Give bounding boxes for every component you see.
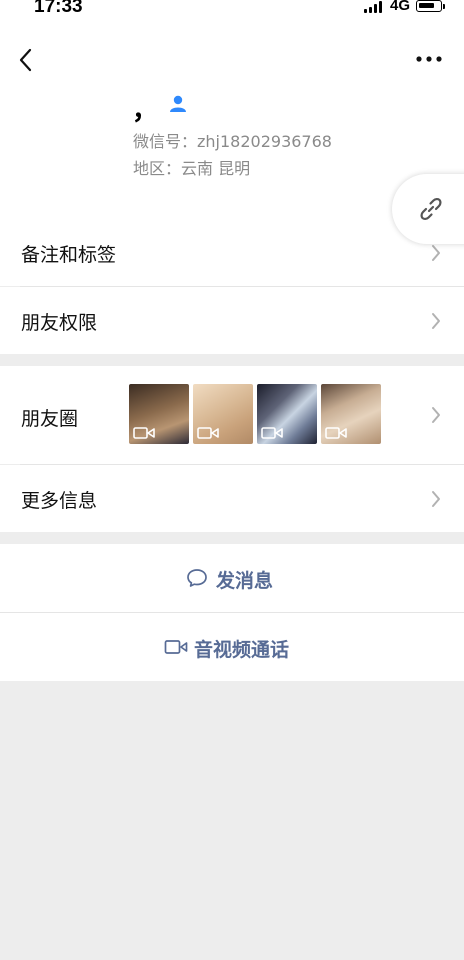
video-camera-icon <box>133 427 155 439</box>
chevron-right-icon <box>432 245 440 261</box>
remarks-tags-label: 备注和标签 <box>21 244 117 266</box>
moments-label: 朋友圈 <box>21 408 79 430</box>
video-camera-icon <box>261 427 283 439</box>
network-type: 4G <box>390 0 411 14</box>
more-info-row[interactable]: 更多信息 <box>0 465 464 532</box>
region: 地区：云南 昆明 <box>133 159 251 178</box>
share-link-button[interactable] <box>392 174 464 244</box>
video-call-button[interactable]: 音视频通话 <box>0 613 464 681</box>
signal-icon <box>364 1 384 13</box>
wechat-id: 微信号：zhj18202936768 <box>133 132 332 151</box>
link-icon <box>420 197 442 221</box>
person-icon <box>170 95 186 112</box>
chevron-right-icon <box>432 407 440 423</box>
moments-thumbnail[interactable] <box>257 384 317 444</box>
chat-bubble-icon <box>187 569 207 587</box>
moments-thumbnail[interactable] <box>321 384 381 444</box>
chevron-right-icon <box>432 313 440 329</box>
friend-permissions-row[interactable]: 朋友权限 <box>0 287 464 354</box>
battery-icon <box>416 0 445 12</box>
send-message-button[interactable]: 发消息 <box>0 544 464 612</box>
status-bar: 17:33 4G <box>0 0 464 24</box>
contact-nickname: ， <box>132 96 159 126</box>
more-dots-icon[interactable] <box>414 54 444 64</box>
moments-thumbnail[interactable] <box>129 384 189 444</box>
send-message-label: 发消息 <box>216 570 274 592</box>
contact-profile-screen: 17:33 4G ， 微信号：zhj18202936768 地区：云南 昆明 备… <box>0 0 464 960</box>
video-call-label: 音视频通话 <box>194 639 290 661</box>
friend-permissions-label: 朋友权限 <box>21 312 98 334</box>
moments-thumbnail[interactable] <box>193 384 253 444</box>
more-info-label: 更多信息 <box>21 490 98 512</box>
chevron-right-icon <box>432 491 440 507</box>
profile-header: ， 微信号：zhj18202936768 地区：云南 昆明 <box>0 24 464 220</box>
remarks-tags-row[interactable]: 备注和标签 <box>0 220 464 286</box>
chevron-left-icon[interactable] <box>16 46 40 74</box>
status-time: 17:33 <box>34 0 83 17</box>
video-camera-icon <box>325 427 347 439</box>
video-camera-icon <box>164 640 188 654</box>
video-camera-icon <box>197 427 219 439</box>
